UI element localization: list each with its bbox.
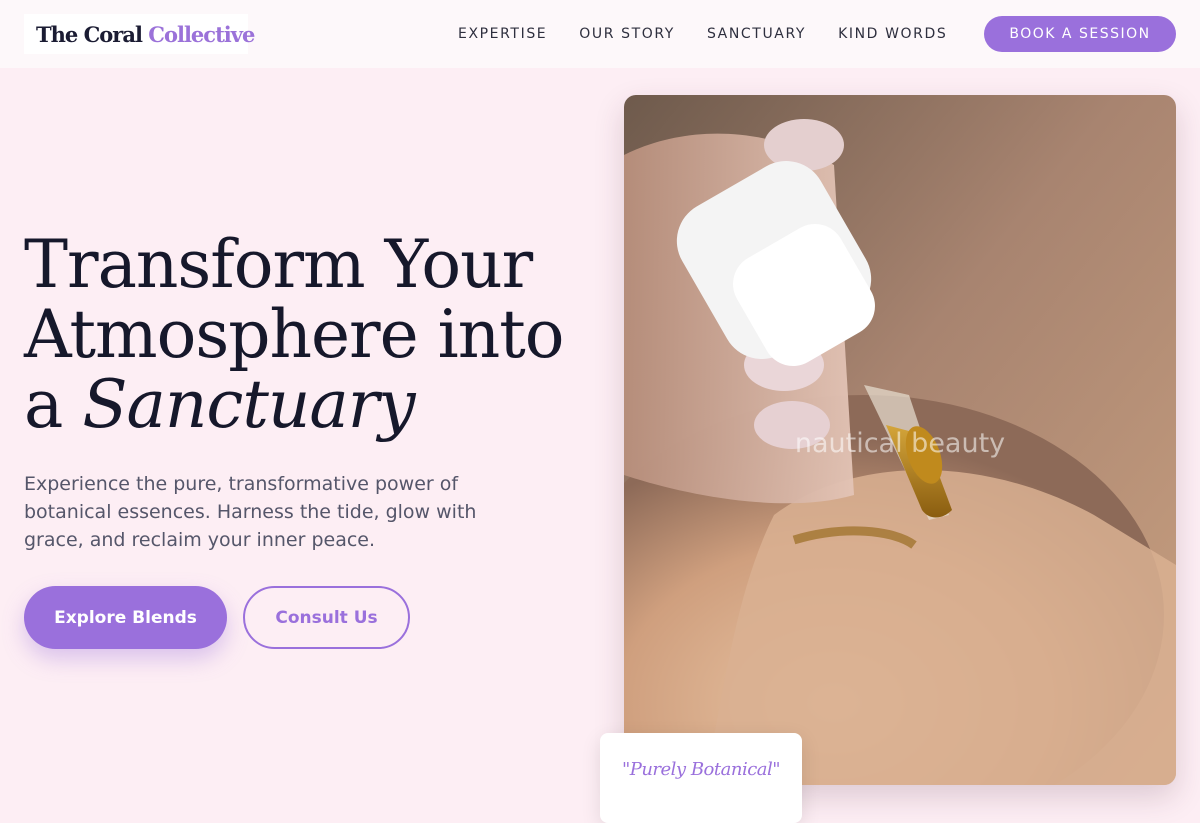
explore-blends-button[interactable]: Explore Blends [24, 586, 227, 649]
nav-link-sanctuary[interactable]: SANCTUARY [707, 26, 806, 42]
brand-name: The Coral Collective [36, 21, 255, 47]
nav-link-kind-words[interactable]: KIND WORDS [838, 26, 947, 42]
hero-title-line-3-prefix: a [24, 366, 83, 443]
nav-link-expertise[interactable]: EXPERTISE [458, 26, 547, 42]
consult-us-button[interactable]: Consult Us [243, 586, 410, 649]
quote-card: "Purely Botanical" [600, 733, 802, 823]
brand-name-main: The Coral [36, 21, 143, 47]
navbar: The Coral Collective EXPERTISE OUR STORY… [0, 0, 1200, 68]
hero-image: nautical beauty [624, 95, 1176, 785]
hero-title: Transform Your Atmosphere into a Sanctua… [24, 230, 604, 440]
brand-name-accent: Collective [148, 21, 255, 47]
main-nav: EXPERTISE OUR STORY SANCTUARY KIND WORDS [458, 0, 979, 68]
hero-subtitle: Experience the pure, transformative powe… [24, 473, 477, 551]
hero-title-line-2: Atmosphere into [24, 296, 564, 373]
image-watermark: nautical beauty [794, 428, 1006, 459]
quote-text: "Purely Botanical" [621, 759, 781, 780]
logo[interactable]: The Coral Collective [24, 14, 255, 54]
hero-title-line-1: Transform Your [24, 226, 533, 303]
book-session-button[interactable]: BOOK A SESSION [984, 16, 1176, 52]
hero-title-emphasis: Sanctuary [82, 366, 415, 443]
nav-link-our-story[interactable]: OUR STORY [579, 26, 675, 42]
